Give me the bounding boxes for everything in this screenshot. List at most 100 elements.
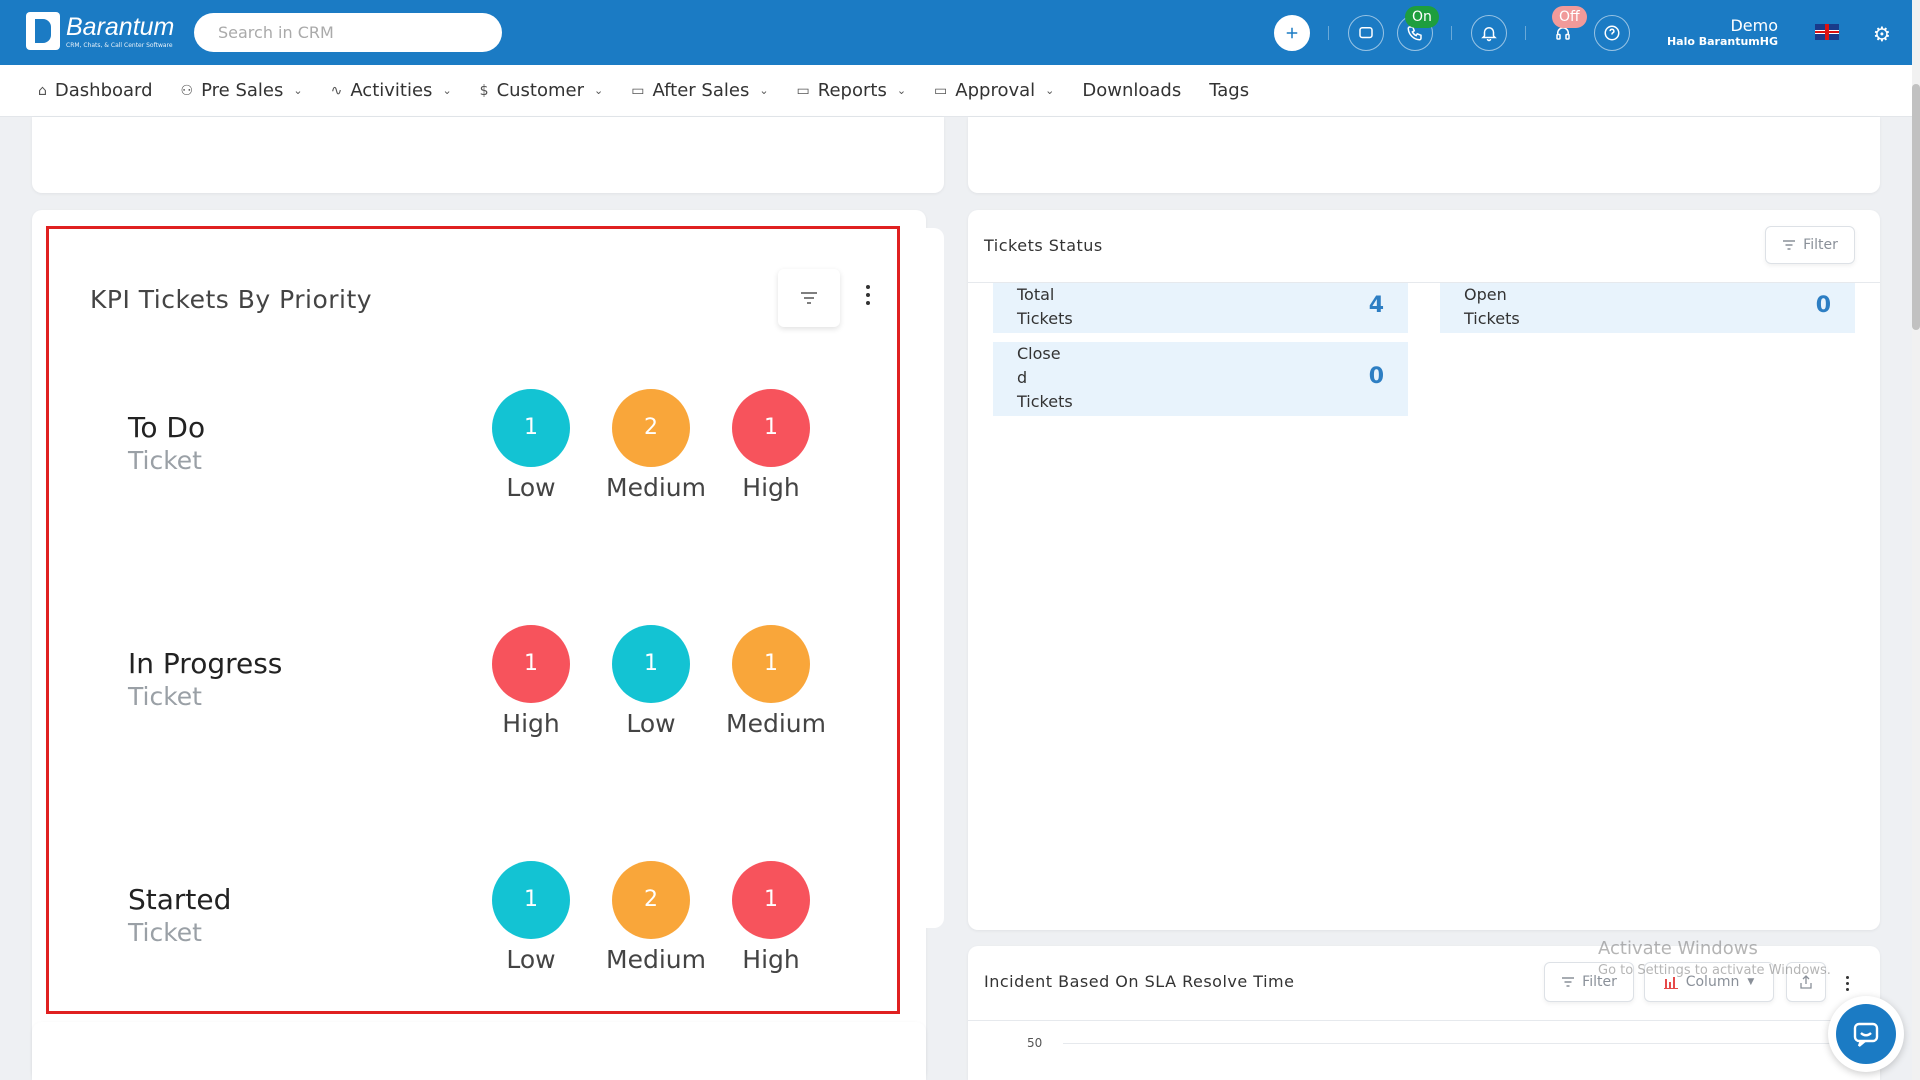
stat-value: 4 (1368, 293, 1384, 318)
brand-tagline: CRM, Chats, & Call Center Software (66, 41, 173, 49)
logo-icon (26, 12, 60, 50)
notifications-button[interactable] (1471, 15, 1507, 51)
chat-button[interactable] (1348, 15, 1384, 51)
chevron-down-icon: ⌄ (594, 84, 604, 97)
activity-icon: ∿ (330, 82, 343, 99)
more-options-icon[interactable] (865, 285, 871, 309)
nav-downloads[interactable]: Downloads (1082, 80, 1181, 101)
nav-customer[interactable]: $ Customer ⌄ (480, 80, 604, 101)
priority-label: Low (506, 473, 556, 502)
stat-total-tickets[interactable]: Total Tickets 4 (993, 283, 1408, 333)
tickets-status-card: Tickets Status Filter Total Tickets 4 Op… (968, 210, 1880, 930)
chevron-down-icon: ⌄ (293, 84, 303, 97)
folder-icon: ▭ (796, 82, 810, 99)
chevron-down-icon: ⌄ (1045, 84, 1055, 97)
nav-tags[interactable]: Tags (1209, 80, 1249, 101)
widget-title: Tickets Status (984, 236, 1103, 255)
live-chat-button[interactable] (1828, 996, 1904, 1072)
add-button[interactable] (1274, 15, 1310, 51)
priority-label: Medium (726, 709, 826, 738)
caret-down-icon: ▼ (1747, 977, 1755, 987)
count-bubble: 2 (612, 389, 690, 467)
stat-closed-tickets[interactable]: Close d Tickets 0 (993, 342, 1408, 416)
stat-open-tickets[interactable]: Open Tickets 0 (1440, 283, 1855, 333)
user-menu[interactable]: Demo Halo BarantumHG (1667, 17, 1778, 49)
nav-dashboard[interactable]: ⌂ Dashboard (38, 80, 153, 101)
folder-icon: ▭ (934, 82, 948, 99)
user-organization: Halo BarantumHG (1666, 35, 1778, 48)
grid-line (1063, 1043, 1858, 1044)
widget-card-bottom-left (32, 1022, 926, 1080)
kpi-row-to-do: To Do Ticket (128, 411, 205, 477)
help-icon (1604, 25, 1620, 41)
priority-item[interactable]: 2 Medium (606, 861, 706, 974)
agent-status-badge: Off (1552, 6, 1587, 28)
count-bubble: 2 (612, 861, 690, 939)
home-icon: ⌂ (38, 82, 47, 99)
kpi-row-in-progress: In Progress Ticket (128, 647, 282, 713)
priority-item[interactable]: 1 Low (606, 625, 696, 738)
uk-flag-icon[interactable] (1815, 24, 1839, 40)
filter-icon (1562, 977, 1575, 987)
priority-label: Low (506, 945, 556, 974)
dollar-icon: $ (479, 82, 489, 99)
search-input[interactable] (194, 13, 502, 52)
priority-label: High (502, 709, 560, 738)
widget-card-top-right (968, 117, 1880, 193)
filter-button[interactable]: Filter (1765, 226, 1855, 264)
count-bubble: 1 (492, 861, 570, 939)
filter-icon (1783, 240, 1796, 250)
filter-button[interactable] (778, 269, 840, 327)
y-axis-tick: 50 (1027, 1036, 1043, 1050)
status-name: To Do (128, 411, 206, 444)
priority-item[interactable]: 1 High (726, 389, 816, 502)
stat-value: 0 (1368, 364, 1384, 389)
chevron-down-icon: ⌄ (759, 84, 769, 97)
nav-after-sales[interactable]: ▭ After Sales ⌄ (631, 80, 768, 101)
status-sub-label: Ticket (128, 446, 202, 475)
phone-status-badge: On (1405, 6, 1439, 28)
priority-label: Medium (606, 945, 706, 974)
folder-icon: ▭ (631, 82, 645, 99)
priority-item[interactable]: 2 Medium (606, 389, 706, 502)
priority-item[interactable]: 1 Low (486, 389, 576, 502)
top-bar: Barantum CRM, Chats, & Call Center Softw… (0, 0, 1912, 65)
count-bubble: 1 (492, 389, 570, 467)
status-sub-label: Ticket (128, 682, 202, 711)
gear-icon[interactable]: ⚙ (1873, 22, 1891, 46)
activation-watermark: Activate Windows Go to Settings to activ… (1598, 938, 1831, 978)
brand-logo[interactable]: Barantum CRM, Chats, & Call Center Softw… (26, 12, 174, 50)
count-bubble: 1 (612, 625, 690, 703)
nav-activities[interactable]: ∿ Activities ⌄ (331, 80, 452, 101)
scrollbar-thumb[interactable] (1912, 84, 1920, 330)
chevron-down-icon: ⌄ (442, 84, 452, 97)
priority-item[interactable]: 1 Medium (726, 625, 826, 738)
nav-reports[interactable]: ▭ Reports ⌄ (797, 80, 907, 101)
priority-label: High (742, 945, 800, 974)
users-icon: ⚇ (180, 82, 194, 99)
priority-item[interactable]: 1 High (486, 625, 576, 738)
nav-pre-sales[interactable]: ⚇ Pre Sales ⌄ (181, 80, 303, 101)
main-navigation: ⌂ Dashboard ⚇ Pre Sales ⌄ ∿ Activities ⌄… (0, 65, 1912, 117)
help-button[interactable] (1594, 15, 1630, 51)
message-icon (1359, 27, 1373, 39)
nav-approval[interactable]: ▭ Approval ⌄ (934, 80, 1054, 101)
widget-title: KPI Tickets By Priority (90, 285, 373, 314)
priority-item[interactable]: 1 Low (486, 861, 576, 974)
stat-value: 0 (1815, 293, 1831, 318)
user-name: Demo (1730, 16, 1778, 35)
widget-title: Incident Based On SLA Resolve Time (984, 972, 1295, 991)
priority-item[interactable]: 1 High (726, 861, 816, 974)
more-options-icon[interactable] (1846, 976, 1852, 991)
chat-bubble-icon (1853, 1022, 1879, 1047)
kpi-row-started: Started Ticket (128, 883, 231, 949)
count-bubble: 1 (732, 389, 810, 467)
widget-card-top-left (32, 117, 944, 193)
count-bubble: 1 (732, 861, 810, 939)
kpi-tickets-by-priority-widget: KPI Tickets By Priority To Do Ticket 1 L… (46, 226, 900, 1014)
priority-label: Low (626, 709, 676, 738)
count-bubble: 1 (492, 625, 570, 703)
priority-label: High (742, 473, 800, 502)
status-name: In Progress (128, 647, 283, 680)
status-sub-label: Ticket (128, 918, 202, 947)
